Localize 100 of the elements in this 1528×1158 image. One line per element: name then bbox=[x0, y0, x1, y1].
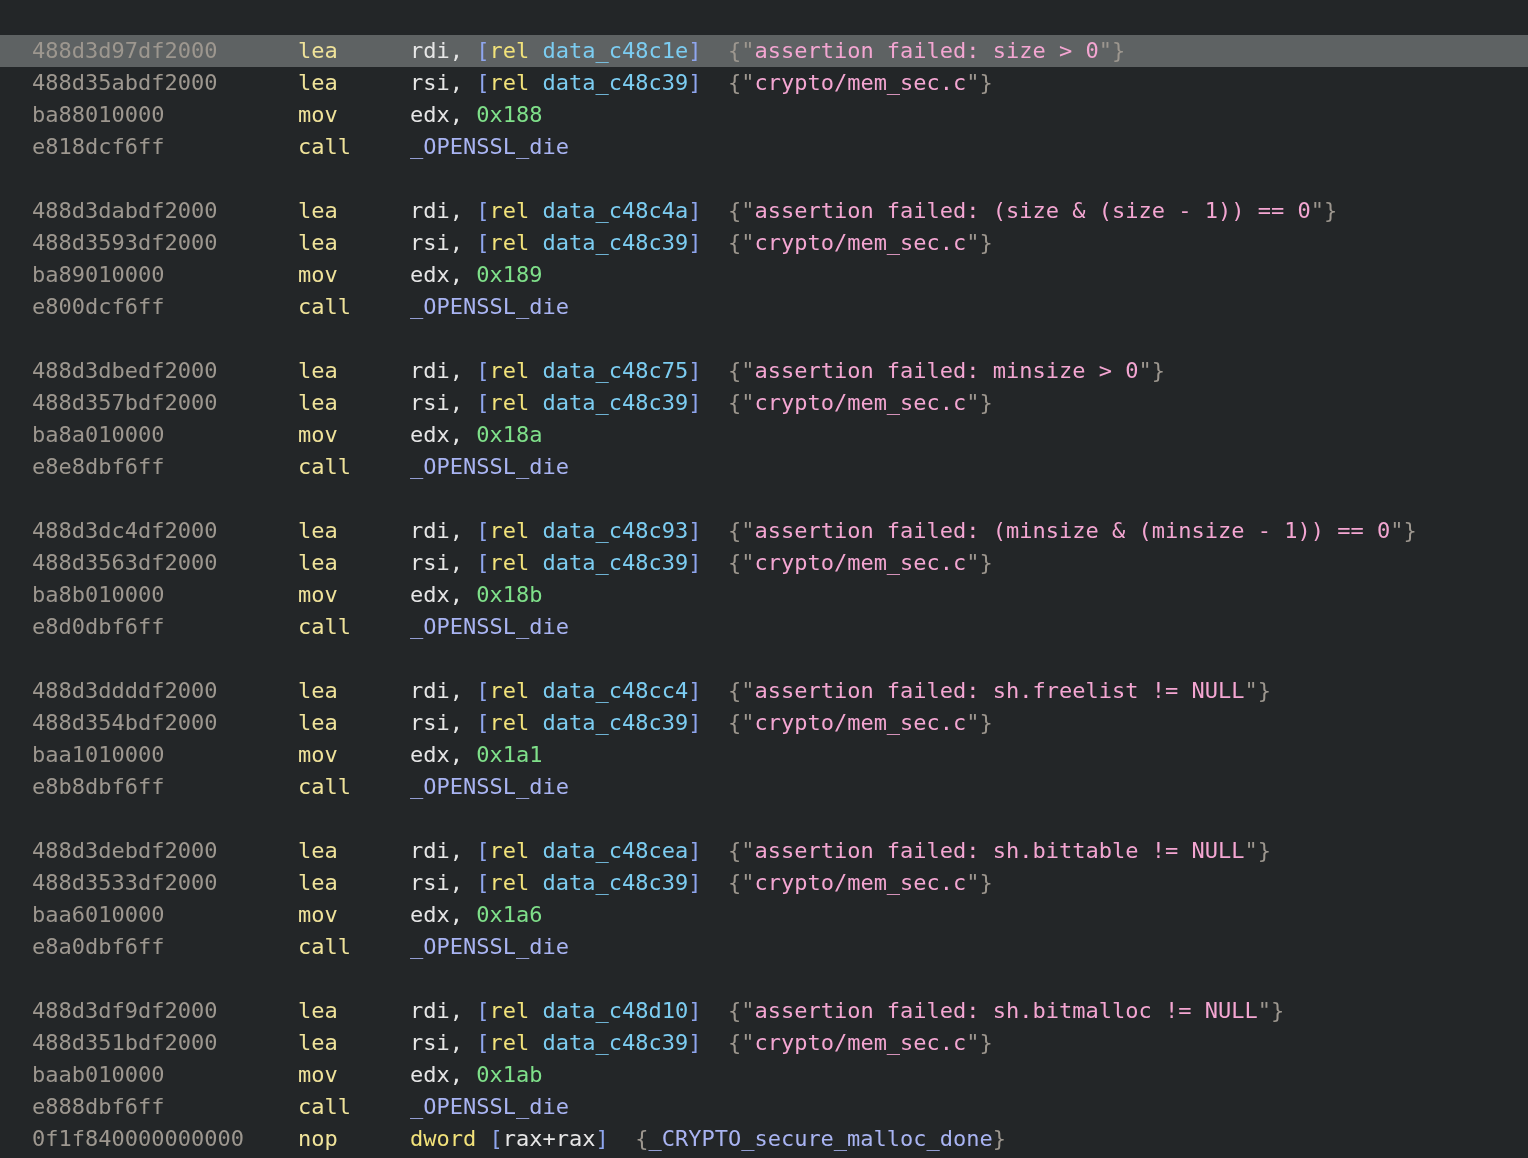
instruction-row[interactable]: 488d357bdf2000 lea rsi, [rel data_c48c39] {"crypto/mem_sec.c"} bbox=[0, 387, 1528, 419]
mnemonic-text: lea bbox=[298, 1029, 339, 1057]
instruction-row[interactable]: 488d35abdf2000 lea rsi, [rel data_c48c39] {"crypto/mem_sec.c"} bbox=[0, 67, 1528, 99]
mnemonic-text: call bbox=[298, 133, 352, 161]
operand-text: rsi, [rel data_c48c39] bbox=[410, 709, 702, 737]
operand-text: _OPENSSL_die bbox=[410, 1093, 569, 1121]
comment-text: {_CRYPTO_secure_malloc_done} bbox=[635, 1125, 1007, 1153]
byte-text: 488d3df9df2000 bbox=[32, 997, 219, 1025]
comment-text: {"assertion failed: (size & (size - 1)) == 0"} bbox=[727, 197, 1338, 225]
instruction-row[interactable]: 488d3533df2000 lea rsi, [rel data_c48c39] {"crypto/mem_sec.c"} bbox=[0, 867, 1528, 899]
comment-text: {"assertion failed: sh.freelist != NULL"} bbox=[727, 677, 1271, 705]
operand-text: edx, 0x18b bbox=[410, 581, 543, 609]
comment-text: {"crypto/mem_sec.c"} bbox=[727, 229, 993, 257]
operand-text: dword [rax+rax] bbox=[410, 1125, 609, 1153]
byte-text: 488d3debdf2000 bbox=[32, 837, 219, 865]
byte-text: 488d3593df2000 bbox=[32, 229, 219, 257]
instruction-row[interactable]: e8d0dbf6ff call _OPENSSL_die bbox=[0, 611, 1528, 643]
byte-text: 488d357bdf2000 bbox=[32, 389, 219, 417]
instruction-row[interactable]: e8a0dbf6ff call _OPENSSL_die bbox=[0, 931, 1528, 963]
instruction-row[interactable]: 488d3dc4df2000 lea rdi, [rel data_c48c93] {"assertion failed: (minsize & (minsize - 1)) == 0"} bbox=[0, 515, 1528, 547]
byte-text: 488d35abdf2000 bbox=[32, 69, 219, 97]
operand-text: rdi, [rel data_c48c93] bbox=[410, 517, 702, 545]
instruction-row[interactable]: 0f1f840000000000 nop dword [rax+rax] {_CRYPTO_secure_malloc_done} bbox=[0, 1123, 1528, 1155]
instruction-row[interactable]: 488d3593df2000 lea rsi, [rel data_c48c39] {"crypto/mem_sec.c"} bbox=[0, 227, 1528, 259]
comment-text: {"crypto/mem_sec.c"} bbox=[727, 709, 993, 737]
byte-text: baab010000 bbox=[32, 1061, 166, 1089]
byte-text: ba89010000 bbox=[32, 261, 166, 289]
mnemonic-text: mov bbox=[298, 1061, 339, 1089]
mnemonic-text: lea bbox=[298, 997, 339, 1025]
mnemonic-text: mov bbox=[298, 101, 339, 129]
mnemonic-text: lea bbox=[298, 357, 339, 385]
byte-text: e800dcf6ff bbox=[32, 293, 166, 321]
operand-text: _OPENSSL_die bbox=[410, 773, 569, 801]
operand-text: edx, 0x1a6 bbox=[410, 901, 543, 929]
byte-text: 488d3563df2000 bbox=[32, 549, 219, 577]
operand-text: edx, 0x18a bbox=[410, 421, 543, 449]
instruction-row[interactable]: baa6010000 mov edx, 0x1a6 bbox=[0, 899, 1528, 931]
instruction-row[interactable]: 488d3563df2000 lea rsi, [rel data_c48c39] {"crypto/mem_sec.c"} bbox=[0, 547, 1528, 579]
comment-text: {"assertion failed: sh.bitmalloc != NULL"} bbox=[727, 997, 1285, 1025]
instruction-row[interactable]: e8e8dbf6ff call _OPENSSL_die bbox=[0, 451, 1528, 483]
operand-text: edx, 0x1a1 bbox=[410, 741, 543, 769]
byte-text: 488d3d97df2000 bbox=[32, 37, 219, 65]
instruction-row[interactable]: e8b8dbf6ff call _OPENSSL_die bbox=[0, 771, 1528, 803]
mnemonic-text: call bbox=[298, 773, 352, 801]
selected-instruction-row[interactable]: 488d3d97df2000 lea rdi, [rel data_c48c1e] {"assertion failed: size > 0"} bbox=[0, 35, 1528, 67]
byte-text: ba8b010000 bbox=[32, 581, 166, 609]
mnemonic-text: call bbox=[298, 613, 352, 641]
comment-text: {"assertion failed: size > 0"} bbox=[727, 37, 1126, 65]
instruction-row[interactable]: baab010000 mov edx, 0x1ab bbox=[0, 1059, 1528, 1091]
mnemonic-text: lea bbox=[298, 517, 339, 545]
mnemonic-text: call bbox=[298, 933, 352, 961]
instruction-row[interactable]: e818dcf6ff call _OPENSSL_die bbox=[0, 131, 1528, 163]
instruction-row[interactable]: ba8b010000 mov edx, 0x18b bbox=[0, 579, 1528, 611]
instruction-row[interactable]: 488d3dbedf2000 lea rdi, [rel data_c48c75] {"assertion failed: minsize > 0"} bbox=[0, 355, 1528, 387]
instruction-row[interactable]: ba88010000 mov edx, 0x188 bbox=[0, 99, 1528, 131]
comment-text: {"assertion failed: sh.bittable != NULL"} bbox=[727, 837, 1271, 865]
operand-text: _OPENSSL_die bbox=[410, 933, 569, 961]
mnemonic-text: lea bbox=[298, 197, 339, 225]
instruction-row[interactable]: 488d354bdf2000 lea rsi, [rel data_c48c39] {"crypto/mem_sec.c"} bbox=[0, 707, 1528, 739]
instruction-row[interactable]: 488d3ddddf2000 lea rdi, [rel data_c48cc4] {"assertion failed: sh.freelist != NULL"} bbox=[0, 675, 1528, 707]
operand-text: rsi, [rel data_c48c39] bbox=[410, 229, 702, 257]
byte-text: 488d3dc4df2000 bbox=[32, 517, 219, 545]
operand-text: edx, 0x189 bbox=[410, 261, 543, 289]
mnemonic-text: lea bbox=[298, 389, 339, 417]
instruction-row[interactable]: ba8a010000 mov edx, 0x18a bbox=[0, 419, 1528, 451]
mnemonic-text: call bbox=[298, 453, 352, 481]
comment-text: {"assertion failed: (minsize & (minsize - 1)) == 0"} bbox=[727, 517, 1417, 545]
operand-text: _OPENSSL_die bbox=[410, 133, 569, 161]
mnemonic-text: call bbox=[298, 1093, 352, 1121]
byte-text: e8d0dbf6ff bbox=[32, 613, 166, 641]
operand-text: edx, 0x188 bbox=[410, 101, 543, 129]
byte-text: e8e8dbf6ff bbox=[32, 453, 166, 481]
mnemonic-text: lea bbox=[298, 229, 339, 257]
operand-text: rdi, [rel data_c48cc4] bbox=[410, 677, 702, 705]
instruction-row[interactable]: e888dbf6ff call _OPENSSL_die bbox=[0, 1091, 1528, 1123]
instruction-row[interactable]: ba89010000 mov edx, 0x189 bbox=[0, 259, 1528, 291]
instruction-row[interactable]: baa1010000 mov edx, 0x1a1 bbox=[0, 739, 1528, 771]
mnemonic-text: mov bbox=[298, 901, 339, 929]
mnemonic-text: call bbox=[298, 293, 352, 321]
instruction-row[interactable]: 488d3df9df2000 lea rdi, [rel data_c48d10] {"assertion failed: sh.bitmalloc != NULL"} bbox=[0, 995, 1528, 1027]
operand-text: rdi, [rel data_c48c1e] bbox=[410, 37, 702, 65]
operand-text: rsi, [rel data_c48c39] bbox=[410, 1029, 702, 1057]
byte-text: 488d354bdf2000 bbox=[32, 709, 219, 737]
instruction-row[interactable]: e800dcf6ff call _OPENSSL_die bbox=[0, 291, 1528, 323]
instruction-row[interactable]: 488d3dabdf2000 lea rdi, [rel data_c48c4a] {"assertion failed: (size & (size - 1)) == 0"} bbox=[0, 195, 1528, 227]
mnemonic-text: mov bbox=[298, 261, 339, 289]
instruction-row[interactable]: 488d3debdf2000 lea rdi, [rel data_c48cea] {"assertion failed: sh.bittable != NULL"} bbox=[0, 835, 1528, 867]
instruction-row[interactable]: 488d351bdf2000 lea rsi, [rel data_c48c39] {"crypto/mem_sec.c"} bbox=[0, 1027, 1528, 1059]
operand-text: rsi, [rel data_c48c39] bbox=[410, 549, 702, 577]
mnemonic-text: nop bbox=[298, 1125, 339, 1153]
mnemonic-text: lea bbox=[298, 69, 339, 97]
mnemonic-text: lea bbox=[298, 37, 339, 65]
operand-text: rdi, [rel data_c48c75] bbox=[410, 357, 702, 385]
byte-text: e818dcf6ff bbox=[32, 133, 166, 161]
byte-text: ba8a010000 bbox=[32, 421, 166, 449]
operand-text: rsi, [rel data_c48c39] bbox=[410, 869, 702, 897]
byte-text: baa6010000 bbox=[32, 901, 166, 929]
byte-text: ba88010000 bbox=[32, 101, 166, 129]
mnemonic-text: lea bbox=[298, 677, 339, 705]
operand-text: _OPENSSL_die bbox=[410, 293, 569, 321]
